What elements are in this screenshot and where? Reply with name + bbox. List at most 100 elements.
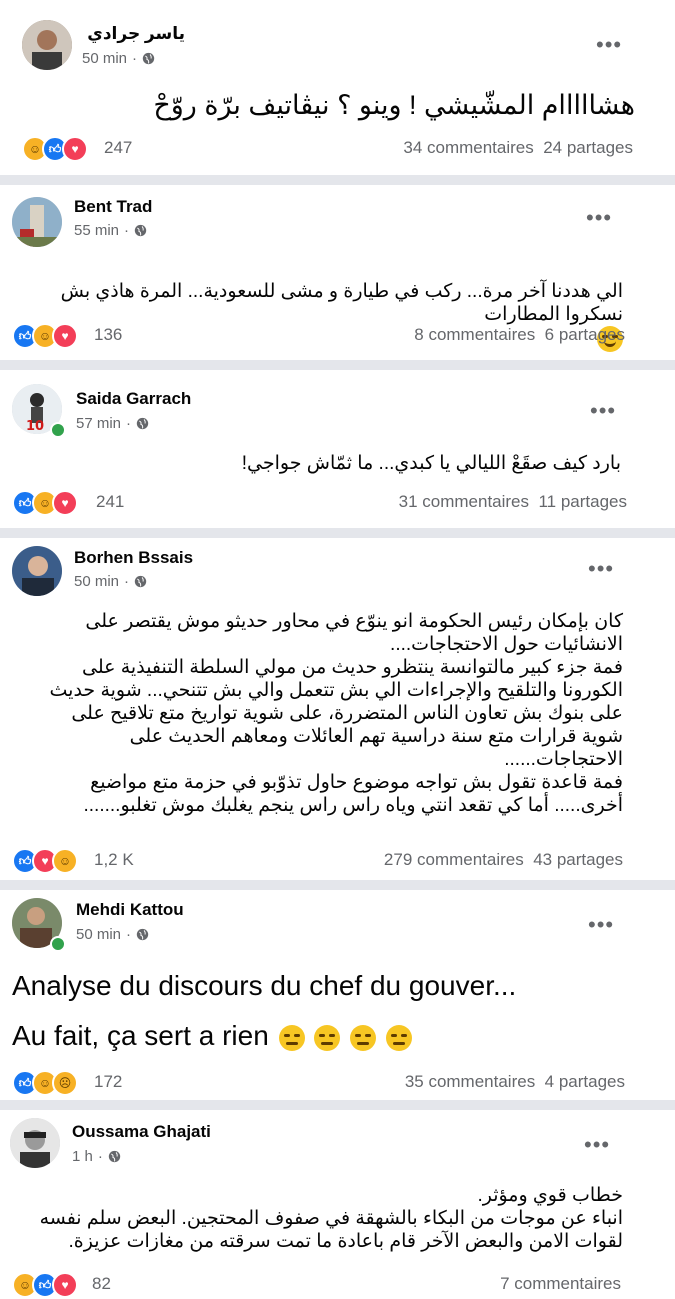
post-5: Mehdi Kattou 50 min · ••• Analyse du disc… xyxy=(0,890,675,1100)
comments-count[interactable]: 34 commentaires xyxy=(403,138,533,157)
author-avatar[interactable] xyxy=(22,20,72,70)
post-counts: 31 commentaires 11 partages xyxy=(399,492,627,512)
post-time[interactable]: 57 min · xyxy=(76,415,149,432)
love-icon: ♥ xyxy=(52,323,78,349)
shares-count[interactable]: 6 partages xyxy=(545,325,625,344)
crying-emoji-icon xyxy=(278,1024,305,1051)
more-options-icon[interactable]: ••• xyxy=(588,558,614,580)
post-1: ياسر جرادي 50 min · ••• هشااااام المشّيشي… xyxy=(0,0,675,170)
more-options-icon[interactable]: ••• xyxy=(590,400,616,422)
separator xyxy=(0,880,675,890)
post-stats: ☺ 👍︎ ♥ 82 7 commentaires xyxy=(0,1268,675,1298)
author-avatar[interactable] xyxy=(12,197,62,247)
expressionless-emoji-icon xyxy=(350,1024,377,1051)
post-text: خطاب قوي ومؤثر. انباء عن موجات من البكاء… xyxy=(39,1185,623,1252)
author-name[interactable]: Saida Garrach xyxy=(76,389,191,409)
time-label[interactable]: 50 min xyxy=(82,50,127,67)
author-avatar[interactable] xyxy=(10,1118,60,1168)
author-name[interactable]: Bent Trad xyxy=(74,197,152,217)
post-counts: 34 commentaires 24 partages xyxy=(403,138,633,158)
post-6: Oussama Ghajati 1 h · ••• خطاب قوي ومؤثر.… xyxy=(0,1110,675,1299)
reaction-count[interactable]: 172 xyxy=(94,1072,122,1092)
reaction-count[interactable]: 1,2 K xyxy=(94,850,134,870)
love-icon: ♥ xyxy=(62,136,88,162)
time-label[interactable]: 57 min xyxy=(76,415,121,432)
post-stats: 👍︎ ☺ ☹ 172 35 commentaires 4 partages xyxy=(0,1066,675,1096)
shares-count[interactable]: 4 partages xyxy=(545,1072,625,1091)
post-4: Borhen Bssais 50 min · ••• كان بإمكان رئي… xyxy=(0,538,675,874)
online-status-icon xyxy=(50,936,66,952)
globe-icon xyxy=(134,224,147,237)
separator xyxy=(0,175,675,185)
post-text-line-2-content: Au fait, ça sert a rien xyxy=(12,1020,269,1051)
separator xyxy=(0,528,675,538)
time-label[interactable]: 1 h xyxy=(72,1148,93,1165)
love-icon: ♥ xyxy=(52,1272,78,1298)
author-name[interactable]: Borhen Bssais xyxy=(74,548,193,568)
sad-icon: ☹ xyxy=(52,1070,78,1096)
shares-count[interactable]: 43 partages xyxy=(533,850,623,869)
post-stats: 👍︎ ☺ ♥ 136 8 commentaires 6 partages xyxy=(0,319,675,349)
post-time[interactable]: 50 min · xyxy=(82,50,155,67)
author-name[interactable]: ياسر جرادي xyxy=(87,24,185,44)
reactions[interactable]: ☺ 👍︎ ♥ xyxy=(12,1272,78,1298)
comments-count[interactable]: 279 commentaires xyxy=(384,850,524,869)
svg-text:10: 10 xyxy=(26,419,44,434)
author-avatar[interactable] xyxy=(12,546,62,596)
comments-count[interactable]: 7 commentaires xyxy=(500,1274,621,1293)
post-2: Bent Trad 55 min · ••• الي هددنا آخر مرة.… xyxy=(0,185,675,355)
more-options-icon[interactable]: ••• xyxy=(584,1134,610,1156)
reaction-count[interactable]: 82 xyxy=(92,1274,111,1294)
post-text: كان بإمكان رئيس الحكومة انو ينوّع في محا… xyxy=(49,611,624,816)
post-text: هشااااام المشّيشي ! وينو ؟ نيڤاتيف برّة … xyxy=(153,90,635,120)
post-time[interactable]: 50 min · xyxy=(74,573,147,590)
reactions[interactable]: 👍︎ ☺ ☹ xyxy=(12,1070,78,1096)
reactions[interactable]: 👍︎ ☺ ♥ xyxy=(12,323,78,349)
globe-icon xyxy=(136,417,149,430)
reactions[interactable]: 👍︎ ☺ ♥ xyxy=(12,490,78,516)
post-time[interactable]: 55 min · xyxy=(74,222,147,239)
expressionless-emoji-icon xyxy=(314,1024,341,1051)
separator xyxy=(0,360,675,370)
post-text-line-1: Analyse du discours du chef du gouver... xyxy=(12,970,517,1001)
reaction-count[interactable]: 247 xyxy=(104,138,132,158)
comments-count[interactable]: 31 commentaires xyxy=(399,492,529,511)
love-icon: ♥ xyxy=(52,490,78,516)
author-name[interactable]: Oussama Ghajati xyxy=(72,1122,211,1142)
post-counts: 8 commentaires 6 partages xyxy=(414,325,625,345)
post-counts: 7 commentaires xyxy=(500,1274,621,1294)
post-text-line-2: Au fait, ça sert a rien xyxy=(12,1020,412,1052)
shares-count[interactable]: 24 partages xyxy=(543,138,633,157)
globe-icon xyxy=(136,928,149,941)
post-stats: 👍︎ ☺ ♥ 241 31 commentaires 11 partages xyxy=(0,486,675,516)
time-label[interactable]: 55 min xyxy=(74,222,119,239)
post-3: 10 Saida Garrach 57 min · ••• بارد كيف صق… xyxy=(0,370,675,530)
haha-icon: ☺ xyxy=(52,848,78,874)
post-text: بارد كيف صقَعْ الليالي يا كبدي... ما ثمّ… xyxy=(241,453,621,474)
globe-icon xyxy=(134,575,147,588)
time-label[interactable]: 50 min xyxy=(74,573,119,590)
post-stats: ☺ 👍︎ ♥ 247 34 commentaires 24 partages xyxy=(0,132,675,162)
time-label[interactable]: 50 min xyxy=(76,926,121,943)
reactions[interactable]: 👍︎ ♥ ☺ xyxy=(12,848,78,874)
expressionless-emoji-icon xyxy=(385,1024,412,1051)
separator xyxy=(0,1100,675,1110)
more-options-icon[interactable]: ••• xyxy=(596,34,622,56)
globe-icon xyxy=(108,1150,121,1163)
reaction-count[interactable]: 136 xyxy=(94,325,122,345)
reaction-count[interactable]: 241 xyxy=(96,492,124,512)
post-time[interactable]: 1 h · xyxy=(72,1148,121,1165)
more-options-icon[interactable]: ••• xyxy=(588,914,614,936)
comments-count[interactable]: 35 commentaires xyxy=(405,1072,535,1091)
post-time[interactable]: 50 min · xyxy=(76,926,149,943)
post-stats: 👍︎ ♥ ☺ 1,2 K 279 commentaires 43 partage… xyxy=(0,844,675,874)
reactions[interactable]: ☺ 👍︎ ♥ xyxy=(22,136,88,162)
post-counts: 279 commentaires 43 partages xyxy=(384,850,623,870)
globe-icon xyxy=(142,52,155,65)
online-status-icon xyxy=(50,422,66,438)
post-counts: 35 commentaires 4 partages xyxy=(405,1072,625,1092)
shares-count[interactable]: 11 partages xyxy=(538,492,627,511)
more-options-icon[interactable]: ••• xyxy=(586,207,612,229)
comments-count[interactable]: 8 commentaires xyxy=(414,325,535,344)
author-name[interactable]: Mehdi Kattou xyxy=(76,900,184,920)
